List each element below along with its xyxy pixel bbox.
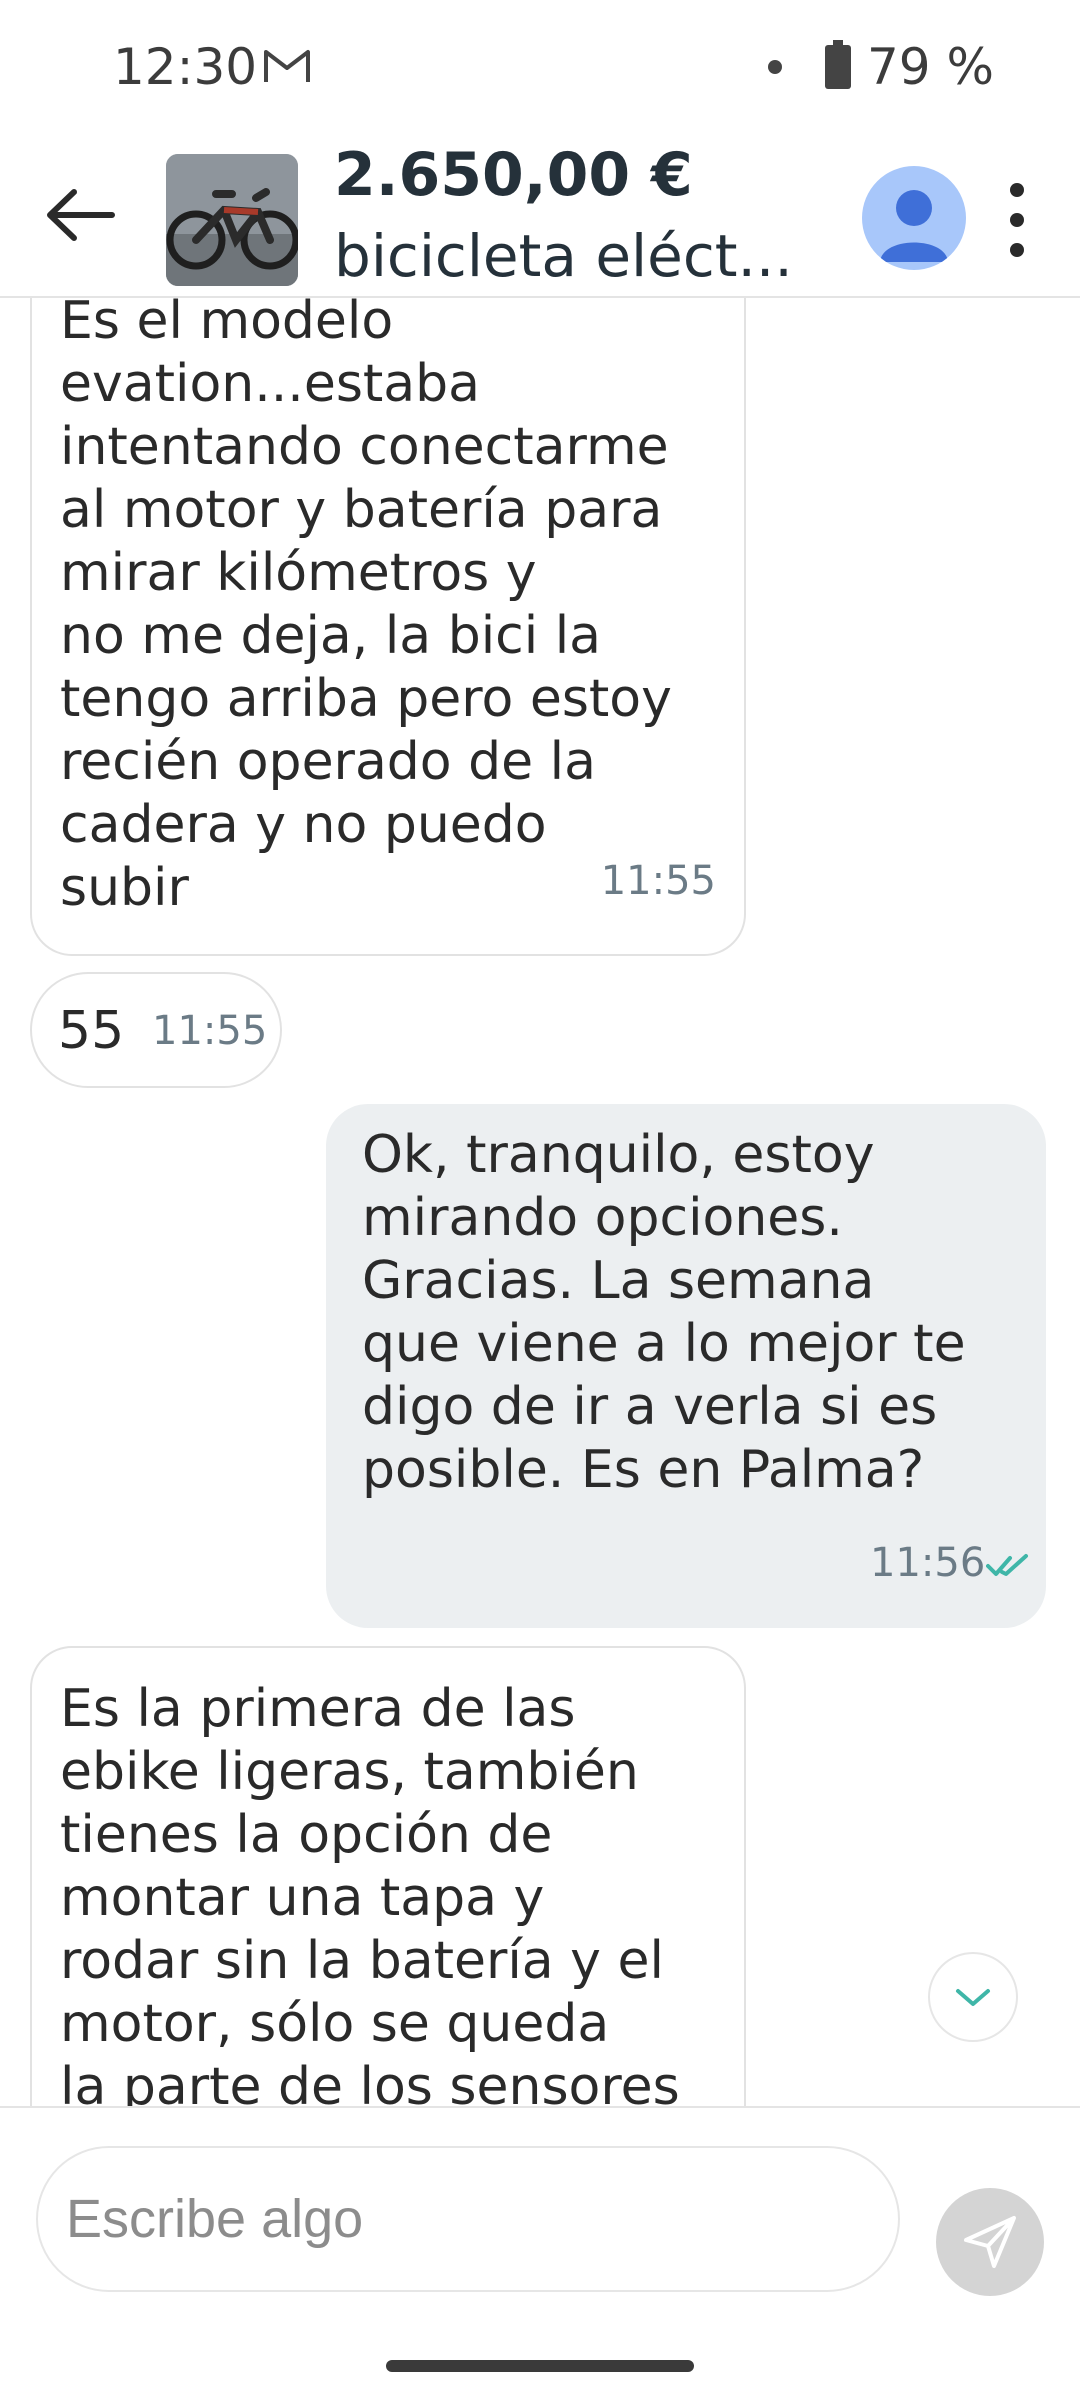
status-time: 12:30: [113, 38, 258, 96]
message-time: 11:55: [152, 1008, 268, 1054]
product-price: 2.650,00 €: [334, 140, 693, 210]
person-icon: [880, 190, 948, 262]
send-button[interactable]: [936, 2188, 1044, 2296]
chevron-down-icon: [956, 1989, 990, 2006]
battery-percentage: 79 %: [867, 38, 995, 96]
gmail-icon: [264, 50, 310, 82]
product-title: bicicleta eléct...: [334, 222, 793, 290]
double-check-icon: [986, 1554, 1028, 1576]
message-text: Ok, tranquilo, estoy mirando opciones. G…: [362, 1125, 966, 1500]
message-text: Es la primera de las ebike ligeras, tamb…: [60, 1679, 680, 2106]
message-input[interactable]: [36, 2146, 900, 2292]
home-indicator[interactable]: [386, 2360, 694, 2372]
message-text: Es el modelo evation...estaba intentando…: [60, 298, 672, 918]
message-incoming[interactable]: 55 11:55: [30, 972, 282, 1088]
message-incoming[interactable]: Es la primera de las ebike ligeras, tamb…: [30, 1646, 746, 2106]
product-thumbnail[interactable]: [166, 154, 298, 286]
notification-dot-icon: [768, 60, 782, 74]
message-composer: [0, 2106, 1080, 2308]
message-list[interactable]: Es el modelo evation...estaba intentando…: [0, 298, 1080, 2106]
message-text: 55: [58, 1001, 125, 1061]
scroll-to-bottom-button[interactable]: [928, 1952, 1018, 2042]
status-bar: 12:30 79 %: [0, 0, 1080, 130]
back-arrow-icon[interactable]: [40, 180, 120, 250]
send-icon: [964, 2216, 1016, 2268]
bicycle-image-icon: [166, 154, 298, 286]
battery-icon: [825, 40, 851, 89]
message-outgoing[interactable]: Ok, tranquilo, estoy mirando opciones. G…: [326, 1104, 1046, 1628]
user-avatar[interactable]: [862, 166, 966, 270]
message-incoming[interactable]: Es el modelo evation...estaba intentando…: [30, 298, 746, 956]
chat-header: 2.650,00 € bicicleta eléct...: [0, 130, 1080, 298]
message-time: 11:55: [600, 858, 716, 904]
more-options-icon[interactable]: [1000, 180, 1034, 260]
message-time: 11:56: [870, 1540, 986, 1586]
